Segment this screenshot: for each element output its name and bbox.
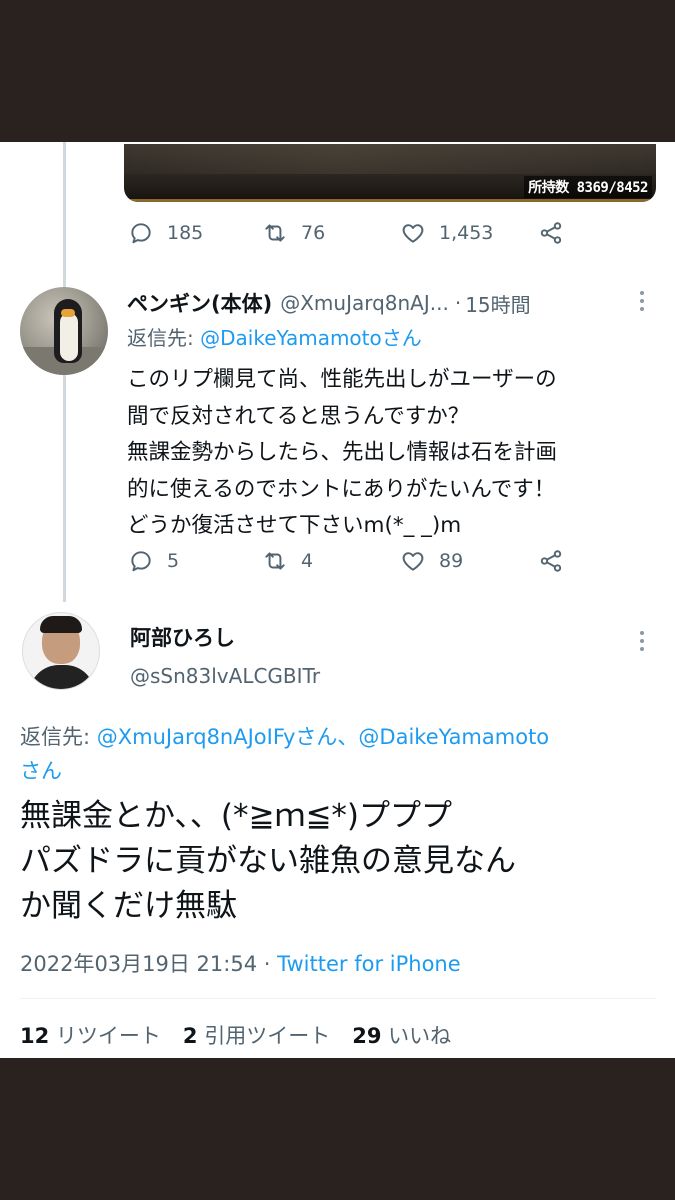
avatar[interactable] [20,287,108,375]
user-handle[interactable]: @sSn83lvALCGBITr [130,664,320,688]
like-button[interactable]: 1,453 [400,218,493,248]
tweet-text-line: パズドラに貢がない雑魚の意見なん [20,843,516,879]
like-count: 89 [439,550,464,572]
reply-to-line: 返信先: @XmuJarq8nAJoIFyさん、@DaikeYamamoto さ… [20,720,660,788]
penguin-neck-mark [61,309,75,317]
reply-to-mention[interactable]: @DaikeYamamotoさん [200,326,422,350]
avatar[interactable] [22,612,100,690]
reply-to-label: 返信先: [20,725,91,749]
reply-icon [131,223,151,244]
tweet-text-line: どうか復活させて下さいm(*_ _)m [127,513,462,538]
tweet-actions-row: 185 76 1,453 [128,218,658,248]
quotes-stat[interactable]: 2 引用ツイート [183,1024,330,1048]
reply-count: 5 [167,550,180,572]
like-icon [402,552,424,571]
avatar-body-shape [29,665,95,689]
retweets-stat[interactable]: 12 リツイート [20,1024,161,1048]
retweet-icon [265,552,285,570]
retweet-button[interactable]: 4 [262,546,313,576]
more-icon-dot [640,299,644,303]
share-icon [540,550,562,572]
share-button[interactable] [538,546,564,576]
share-icon [540,222,562,244]
reply-to-mentions[interactable]: @XmuJarq8nAJoIFyさん、@DaikeYamamoto [97,725,549,749]
more-options-button[interactable] [632,288,652,314]
more-options-button[interactable] [632,628,652,654]
retweet-icon [265,224,285,242]
tweet-media-image[interactable]: 所持数 8369/8452 [124,144,656,202]
like-icon [402,224,424,243]
more-icon [640,631,644,635]
display-name[interactable]: 阿部ひろし [130,622,235,652]
user-handle[interactable]: @XmuJarq8nAJ... [280,291,449,315]
more-icon-dot [640,307,644,311]
separator-dot: · [263,952,271,976]
tweet-text-line: か聞くだけ無駄 [20,888,237,924]
tweet-thread-panel: 所持数 8369/8452 185 76 1,453 ペンギン(本体) @Xmu… [0,142,675,1058]
reply-to-label: 返信先: [127,326,194,350]
separator-dot: · [454,291,462,315]
reply-count: 185 [167,222,204,244]
more-icon [640,291,644,295]
tweet-text: 無課金とか、、(*≧ｍ≦*)プププ パズドラに貢がない雑魚の意見なん か聞くだけ… [20,794,660,929]
likes-stat[interactable]: 29 いいね [352,1024,451,1048]
tweet-text-line: 間で反対されてると思うんですか？ [127,403,470,429]
share-button[interactable] [538,218,564,248]
bottom-frame-bar [0,1058,675,1200]
reply-button[interactable]: 185 [128,218,203,248]
display-name[interactable]: ペンギン(本体) [127,288,272,318]
like-button[interactable]: 89 [400,546,463,576]
tweet-text-line: このリプ欄見て尚、性能先出しがユーザーの [127,367,557,392]
more-icon-dot [640,647,644,651]
tweet-text-line: 無課金とか、、(*≧ｍ≦*)プププ [20,798,453,834]
quotes-label: 引用ツイート [204,1024,331,1048]
reply-to-line: 返信先: @DaikeYamamotoさん [127,322,422,351]
tweet-timestamp[interactable]: 2022年03月19日 21:54 [20,952,257,976]
tweet-meta: 2022年03月19日 21:54 · Twitter for iPhone [20,948,461,978]
quotes-count: 2 [182,1024,198,1048]
penguin-belly [60,313,78,361]
tweet-stats: 12 リツイート 2 引用ツイート 29 いいね [20,1020,451,1050]
likes-label: いいね [388,1024,452,1048]
image-overlay-text: 所持数 8369/8452 [524,176,652,198]
likes-count: 29 [352,1024,382,1048]
tweet-text-line: 的に使えるのでホントにありがたいんです！ [127,476,556,502]
divider [20,998,656,999]
tweet-source-link[interactable]: Twitter for iPhone [277,952,461,976]
tweet-actions-row: 5 4 89 [128,546,658,576]
retweet-count: 4 [301,550,314,572]
avatar-hair-shape [40,616,82,633]
tweet-header: ペンギン(本体) @XmuJarq8nAJ... · 15時間 [127,288,647,318]
tweet-time[interactable]: 15時間 [465,289,530,318]
retweet-button[interactable]: 76 [262,218,325,248]
like-count: 1,453 [439,222,494,244]
reply-icon [131,551,151,572]
top-frame-bar [0,0,675,142]
tweet-text: このリプ欄見て尚、性能先出しがユーザーの 間で反対されてると思うんですか？ 無課… [127,362,657,545]
reply-button[interactable]: 5 [128,546,179,576]
tweet-text-line: 無課金勢からしたら、先出し情報は石を計画 [127,440,558,465]
reply-to-mentions-suffix[interactable]: さん [20,759,62,783]
retweets-label: リツイート [55,1024,161,1048]
retweet-count: 76 [301,222,326,244]
retweets-count: 12 [20,1024,50,1048]
more-icon-dot [640,639,644,643]
